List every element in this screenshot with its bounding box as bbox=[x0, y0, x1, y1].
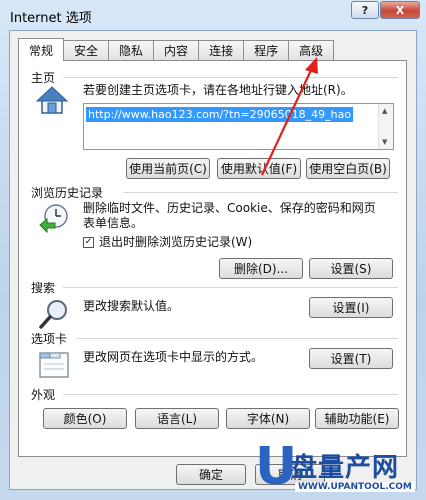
history-description-line1: 删除临时文件、历史记录、Cookie、保存的密码和网页 bbox=[83, 201, 376, 215]
homepage-description: 若要创建主页选项卡，请在各地址行键入地址(R)。 bbox=[83, 83, 353, 97]
close-button[interactable]: X bbox=[380, 1, 420, 19]
general-tab-panel: 主页 若要创建主页选项卡，请在各地址行键入地址(R)。 http://www.h… bbox=[18, 60, 407, 457]
use-current-button[interactable]: 使用当前页(C) bbox=[126, 158, 210, 179]
divider bbox=[63, 77, 398, 78]
tab-programs[interactable]: 程序 bbox=[243, 40, 290, 60]
homepage-url-input[interactable]: http://www.hao123.com/?tn=29065018_49_ha… bbox=[83, 103, 394, 150]
tabs-settings-button[interactable]: 设置(T) bbox=[309, 348, 393, 369]
search-settings-button[interactable]: 设置(I) bbox=[309, 297, 393, 318]
divider bbox=[63, 394, 398, 395]
use-default-button[interactable]: 使用默认值(F) bbox=[217, 158, 301, 179]
history-description-line2: 表单信息。 bbox=[83, 216, 144, 230]
tabbed-window-icon bbox=[39, 352, 69, 378]
history-clock-icon bbox=[39, 204, 68, 234]
url-scrollbar[interactable]: ▲ ▼ bbox=[378, 104, 393, 149]
divider bbox=[63, 287, 398, 288]
history-settings-button[interactable]: 设置(S) bbox=[309, 258, 393, 279]
tabs-description: 更改网页在选项卡中显示的方式。 bbox=[83, 350, 264, 364]
tab-privacy[interactable]: 隐私 bbox=[108, 40, 155, 60]
tabs-group-title: 选项卡 bbox=[31, 332, 68, 346]
dialog-body: 常规 安全 隐私 内容 连接 程序 高级 主页 若要创建主页选项卡，请在各地址行… bbox=[9, 30, 417, 490]
use-blank-button[interactable]: 使用空白页(B) bbox=[306, 158, 390, 179]
watermark-logo: U 盘量产网 WWW.UPANTOOL.COM bbox=[255, 441, 425, 500]
appearance-group-title: 外观 bbox=[31, 388, 56, 402]
scroll-up-icon[interactable]: ▲ bbox=[382, 107, 387, 115]
delete-on-exit-checkbox[interactable]: ✓ bbox=[83, 237, 94, 248]
search-group-title: 搜索 bbox=[31, 281, 56, 295]
tab-security[interactable]: 安全 bbox=[63, 40, 110, 60]
home-icon bbox=[35, 86, 69, 114]
tab-content[interactable]: 内容 bbox=[153, 40, 200, 60]
colors-button[interactable]: 颜色(O) bbox=[43, 408, 127, 429]
caption-buttons: ? X bbox=[350, 1, 420, 19]
divider bbox=[123, 192, 398, 193]
watermark-text: 盘量产网 bbox=[291, 453, 400, 483]
history-group-title: 浏览历史记录 bbox=[31, 186, 104, 200]
accessibility-button[interactable]: 辅助功能(E) bbox=[315, 408, 399, 429]
divider bbox=[77, 338, 398, 339]
languages-button[interactable]: 语言(L) bbox=[135, 408, 219, 429]
scroll-down-icon[interactable]: ▼ bbox=[382, 138, 387, 146]
fonts-button[interactable]: 字体(N) bbox=[226, 408, 310, 429]
help-button[interactable]: ? bbox=[351, 1, 379, 19]
window-frame: Internet 选项 ? X 常规 安全 隐私 内容 连接 程序 高级 主页 … bbox=[0, 0, 426, 500]
magnifier-icon bbox=[39, 300, 67, 329]
tab-advanced[interactable]: 高级 bbox=[288, 40, 335, 60]
delete-on-exit-label: 退出时删除浏览历史记录(W) bbox=[99, 235, 253, 249]
watermark-url: WWW.UPANTOOL.COM bbox=[295, 482, 415, 492]
search-description: 更改搜索默认值。 bbox=[83, 299, 180, 313]
window-title: Internet 选项 bbox=[10, 11, 92, 26]
tab-connections[interactable]: 连接 bbox=[198, 40, 245, 60]
ok-button[interactable]: 确定 bbox=[176, 464, 246, 485]
delete-history-button[interactable]: 删除(D)... bbox=[219, 258, 303, 279]
tab-general[interactable]: 常规 bbox=[18, 38, 65, 61]
title-bar: Internet 选项 ? X bbox=[0, 0, 426, 30]
homepage-url-text: http://www.hao123.com/?tn=29065018_49_ha… bbox=[86, 107, 354, 122]
tab-strip: 常规 安全 隐私 内容 连接 程序 高级 bbox=[18, 38, 335, 61]
